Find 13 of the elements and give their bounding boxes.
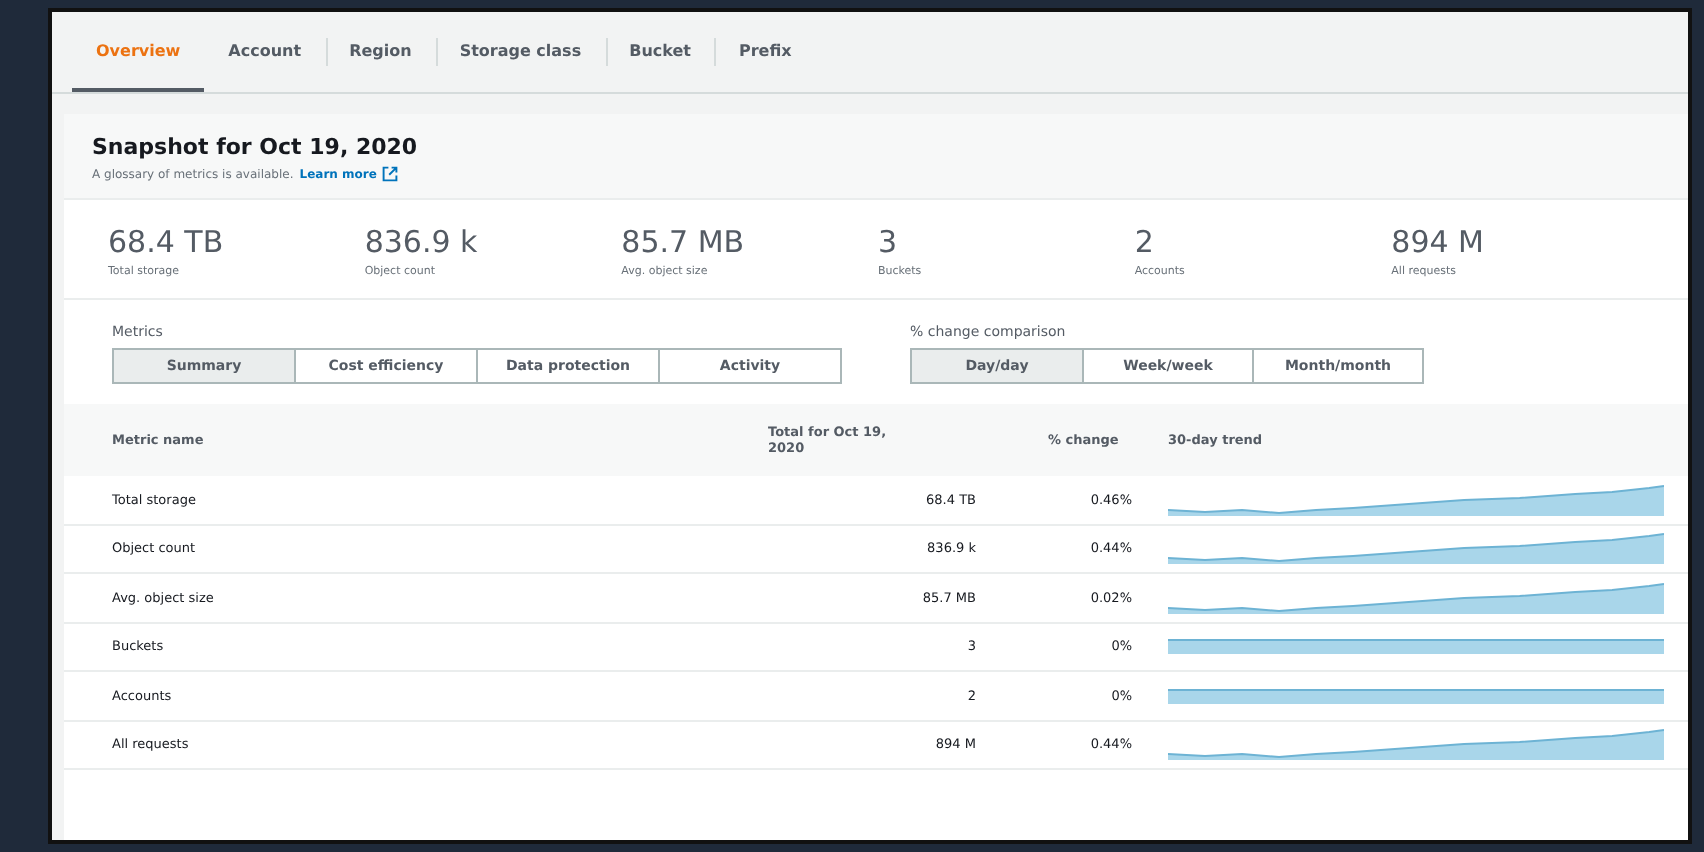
- external-link-icon[interactable]: [382, 166, 399, 182]
- tab[interactable]: Bucket: [605, 12, 715, 92]
- tab[interactable]: Storage class: [435, 12, 606, 92]
- stat-value: 3: [877, 224, 900, 260]
- tab[interactable]: Region: [325, 12, 436, 92]
- card-title: Snapshot for Oct 19, 2020: [92, 134, 420, 160]
- stat-value: 85.7 MB: [621, 224, 747, 260]
- stat-value: 894 M: [1391, 224, 1486, 260]
- stat-value: 68.4 TB: [108, 224, 226, 260]
- tab[interactable]: Prefix: [714, 12, 816, 92]
- tab[interactable]: Account: [204, 12, 326, 92]
- stat-value: 836.9 k: [364, 224, 480, 260]
- stat-value: 2: [1134, 224, 1156, 260]
